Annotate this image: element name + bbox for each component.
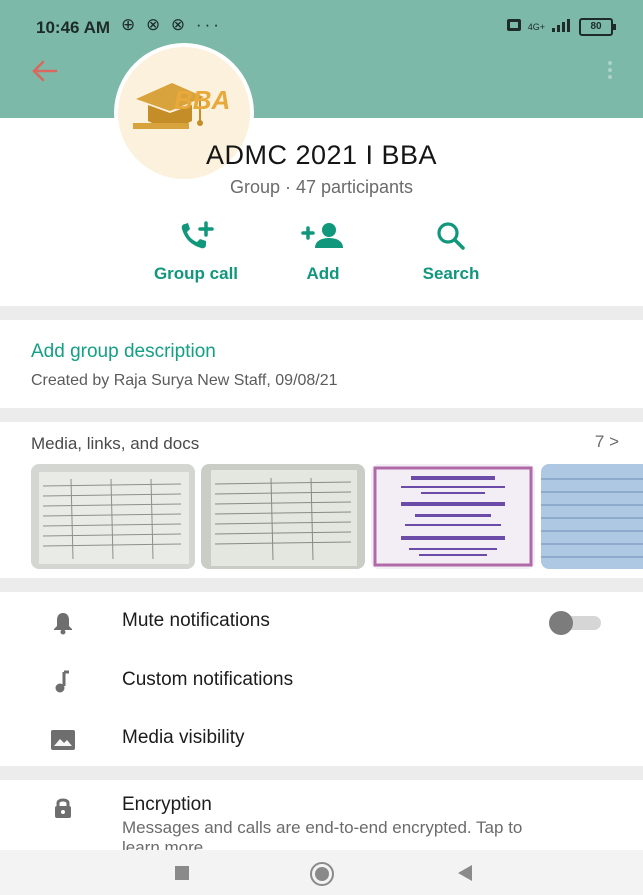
battery-icon: 80 bbox=[579, 17, 616, 36]
section-divider bbox=[0, 306, 643, 320]
add-group-description-link[interactable]: Add group description bbox=[31, 341, 216, 363]
group-call-label: Group call bbox=[153, 264, 239, 283]
section-divider bbox=[0, 766, 643, 780]
image-icon bbox=[50, 727, 76, 753]
mute-toggle[interactable] bbox=[549, 611, 601, 635]
created-by-text: Created by Raja Surya New Staff, 09/08/2… bbox=[31, 372, 338, 389]
add-participant-button[interactable]: Add bbox=[258, 220, 388, 284]
group-call-button[interactable]: Group call bbox=[131, 220, 261, 284]
back-triangle-icon[interactable] bbox=[456, 864, 474, 887]
media-visibility-row[interactable]: Media visibility bbox=[0, 711, 643, 769]
media-thumbnail[interactable] bbox=[201, 464, 365, 569]
add-person-icon bbox=[258, 220, 388, 252]
network-type: 4G+ bbox=[527, 21, 545, 32]
custom-notifications-row[interactable]: Custom notifications bbox=[0, 653, 643, 711]
media-section-title[interactable]: Media, links, and docs bbox=[31, 434, 199, 454]
status-time: 10:46 AM bbox=[36, 18, 111, 37]
group-name: ADMC 2021 I BBA bbox=[205, 140, 438, 170]
media-thumbnail[interactable] bbox=[31, 464, 195, 569]
media-thumbnail[interactable] bbox=[371, 464, 535, 569]
avatar-logo-text: BBA bbox=[174, 85, 230, 115]
notification-icons: ⊕ ⊗ ⊗ ··· bbox=[121, 15, 222, 34]
app-header: 10:46 AM ⊕ ⊗ ⊗ ··· 4G+ 80 bbox=[0, 0, 643, 118]
media-visibility-label: Media visibility bbox=[122, 727, 245, 748]
search-icon bbox=[386, 220, 516, 252]
encryption-title[interactable]: Encryption bbox=[122, 794, 212, 816]
home-icon[interactable] bbox=[309, 861, 335, 892]
status-right: 4G+ 80 bbox=[506, 17, 616, 36]
mute-notifications-label: Mute notifications bbox=[122, 610, 270, 631]
media-count-link[interactable]: 7 > bbox=[595, 432, 619, 452]
section-divider bbox=[0, 408, 643, 422]
lock-icon bbox=[50, 795, 76, 826]
status-bar: 10:46 AM ⊕ ⊗ ⊗ ··· 4G+ 80 bbox=[0, 0, 643, 48]
add-call-icon bbox=[131, 220, 261, 252]
group-subtitle: Group · 47 participants bbox=[229, 177, 414, 197]
system-navigation-bar bbox=[0, 850, 643, 895]
mute-notifications-row[interactable]: Mute notifications bbox=[0, 594, 643, 652]
search-label: Search bbox=[422, 264, 480, 283]
recents-icon[interactable] bbox=[174, 865, 190, 886]
search-button[interactable]: Search bbox=[386, 220, 516, 284]
sim-icon bbox=[506, 18, 522, 35]
add-label: Add bbox=[306, 264, 340, 283]
custom-notifications-label: Custom notifications bbox=[122, 669, 294, 690]
media-thumbnail[interactable] bbox=[541, 464, 643, 569]
signal-icon bbox=[551, 17, 573, 36]
bell-icon bbox=[50, 610, 76, 636]
section-divider bbox=[0, 578, 643, 592]
more-options-icon[interactable] bbox=[607, 60, 613, 80]
back-arrow-icon[interactable] bbox=[32, 58, 58, 89]
music-note-icon bbox=[50, 669, 76, 695]
toggle-knob bbox=[549, 611, 573, 635]
